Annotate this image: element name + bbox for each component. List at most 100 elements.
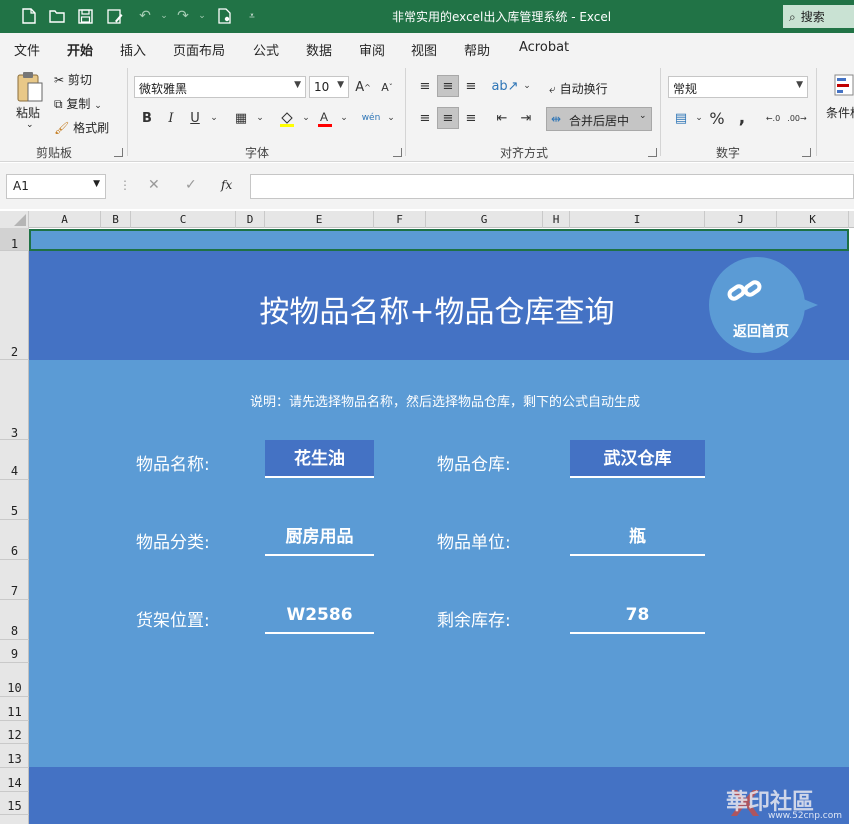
copy-button[interactable]: ⧉ 复制 ⌄ xyxy=(54,95,102,112)
customize-toolbar-icon[interactable]: ⩡ xyxy=(243,7,261,25)
comma-style-icon[interactable]: , xyxy=(731,107,753,129)
column-header-h[interactable]: H xyxy=(543,211,570,228)
paste-dropdown-icon[interactable]: ⌄ xyxy=(26,120,34,130)
tab-review[interactable]: 审阅 xyxy=(359,40,385,59)
align-top-icon[interactable]: ≡ xyxy=(414,75,436,97)
orientation-icon[interactable]: ab↗ xyxy=(491,75,518,97)
tab-file[interactable]: 文件 xyxy=(14,40,40,59)
increase-decimal-icon[interactable]: ←.0 xyxy=(762,107,784,129)
decrease-font-icon[interactable]: Aˇ xyxy=(376,76,398,98)
redo-dropdown-icon[interactable]: ⌄ xyxy=(193,7,211,25)
tab-view[interactable]: 视图 xyxy=(411,40,437,59)
row-header-12[interactable]: 12 xyxy=(0,721,29,744)
italic-button[interactable]: I xyxy=(160,107,182,129)
row-header-6[interactable]: 6 xyxy=(0,520,29,560)
row-header-13[interactable]: 13 xyxy=(0,744,29,768)
underline-dropdown-icon[interactable]: ⌄ xyxy=(203,107,225,129)
row-header-14[interactable]: 14 xyxy=(0,768,29,792)
save-as-icon[interactable] xyxy=(106,7,124,25)
column-header-f[interactable]: F xyxy=(374,211,426,228)
number-format-combo[interactable]: 常规 ▼ xyxy=(668,76,808,98)
align-bottom-icon[interactable]: ≡ xyxy=(460,75,482,97)
phonetic-dropdown-icon[interactable]: ⌄ xyxy=(380,107,402,129)
row-header-10[interactable]: 10 xyxy=(0,663,29,697)
copy-dropdown-icon[interactable]: ⌄ xyxy=(94,101,102,111)
format-painter-button[interactable]: 🖌 格式刷 xyxy=(54,119,109,136)
tab-formulas[interactable]: 公式 xyxy=(253,40,279,59)
column-header-b[interactable]: B xyxy=(101,211,131,228)
conditional-format-icon[interactable] xyxy=(834,74,854,100)
confirm-formula-icon[interactable]: ✓ xyxy=(185,177,197,193)
bold-button[interactable]: B xyxy=(136,107,158,129)
undo-dropdown-icon[interactable]: ⌄ xyxy=(155,7,173,25)
category-value[interactable]: 厨房用品 xyxy=(265,518,374,556)
align-right-icon[interactable]: ≡ xyxy=(460,107,482,129)
column-header-e[interactable]: E xyxy=(265,211,374,228)
wrap-text-button[interactable]: ⤶ 自动换行 xyxy=(549,80,608,97)
item-name-dropdown[interactable]: 花生油 xyxy=(265,440,374,478)
font-launcher-icon[interactable] xyxy=(393,148,402,157)
cut-button[interactable]: ✂ 剪切 xyxy=(54,71,92,88)
selected-row-1[interactable] xyxy=(29,229,849,251)
row-header-5[interactable]: 5 xyxy=(0,480,29,520)
font-size-combo[interactable]: 10 ▼ xyxy=(309,76,349,98)
orientation-dropdown-icon[interactable]: ⌄ xyxy=(516,75,538,97)
border-dropdown-icon[interactable]: ⌄ xyxy=(249,107,271,129)
tab-acrobat[interactable]: Acrobat xyxy=(519,40,569,55)
clipboard-launcher-icon[interactable] xyxy=(114,148,123,157)
column-header-g[interactable]: G xyxy=(426,211,543,228)
row-header-1[interactable]: 1 xyxy=(0,228,29,251)
unit-value[interactable]: 瓶 xyxy=(570,518,705,556)
decrease-decimal-icon[interactable]: .00→ xyxy=(786,107,808,129)
merge-dropdown-icon[interactable]: ⌄ xyxy=(639,111,647,121)
alignment-launcher-icon[interactable] xyxy=(648,148,657,157)
increase-indent-icon[interactable]: ⇥ xyxy=(515,107,537,129)
decrease-indent-icon[interactable]: ⇤ xyxy=(491,107,513,129)
shelf-location-value[interactable]: W2586 xyxy=(265,596,374,634)
remaining-stock-value[interactable]: 78 xyxy=(570,596,705,634)
name-box[interactable]: A1 ▼ xyxy=(6,174,106,199)
phonetic-icon[interactable]: wén xyxy=(360,107,382,129)
open-folder-icon[interactable] xyxy=(48,7,66,25)
search-box[interactable]: ⌕ 搜索 xyxy=(783,5,854,28)
column-header-d[interactable]: D xyxy=(236,211,265,228)
row-header-2[interactable]: 2 xyxy=(0,251,29,360)
conditional-format-button[interactable]: 条件格 xyxy=(826,104,854,121)
select-all-corner[interactable] xyxy=(0,211,29,228)
row-header-9[interactable]: 9 xyxy=(0,640,29,663)
align-middle-icon[interactable]: ≡ xyxy=(437,75,459,97)
number-launcher-icon[interactable] xyxy=(802,148,811,157)
column-header-j[interactable]: J xyxy=(705,211,777,228)
cancel-formula-icon[interactable]: ✕ xyxy=(148,177,160,193)
column-header-c[interactable]: C xyxy=(131,211,236,228)
align-left-icon[interactable]: ≡ xyxy=(414,107,436,129)
warehouse-dropdown[interactable]: 武汉仓库 xyxy=(570,440,705,478)
row-header-4[interactable]: 4 xyxy=(0,440,29,480)
row-header-11[interactable]: 11 xyxy=(0,697,29,721)
redo-icon[interactable]: ↷ xyxy=(174,7,192,25)
tab-help[interactable]: 帮助 xyxy=(464,40,490,59)
row-header-8[interactable]: 8 xyxy=(0,600,29,640)
new-file-icon[interactable] xyxy=(20,7,38,25)
percent-button[interactable]: % xyxy=(706,107,728,129)
touch-mode-icon[interactable] xyxy=(216,7,234,25)
row-header-3[interactable]: 3 xyxy=(0,360,29,440)
paste-icon[interactable] xyxy=(15,70,45,108)
font-color-dropdown-icon[interactable]: ⌄ xyxy=(333,107,355,129)
paste-button[interactable]: 粘贴 xyxy=(16,104,40,121)
tab-insert[interactable]: 插入 xyxy=(120,40,146,59)
formula-input[interactable] xyxy=(250,174,854,199)
row-header-7[interactable]: 7 xyxy=(0,560,29,600)
font-name-combo[interactable]: 微软雅黑 ▼ xyxy=(134,76,306,98)
column-header-k[interactable]: K xyxy=(777,211,849,228)
insert-function-button[interactable]: fx xyxy=(221,178,232,192)
align-center-icon[interactable]: ≡ xyxy=(437,107,459,129)
save-icon[interactable] xyxy=(76,7,94,25)
tab-home[interactable]: 开始 xyxy=(67,40,94,65)
merge-center-button[interactable]: ⇹ 合并后居中 ⌄ xyxy=(546,107,652,131)
column-header-a[interactable]: A xyxy=(29,211,101,228)
tab-page-layout[interactable]: 页面布局 xyxy=(173,40,225,59)
increase-font-icon[interactable]: A ^ xyxy=(352,76,374,98)
row-header-15[interactable]: 15 xyxy=(0,792,29,815)
column-header-i[interactable]: I xyxy=(570,211,705,228)
